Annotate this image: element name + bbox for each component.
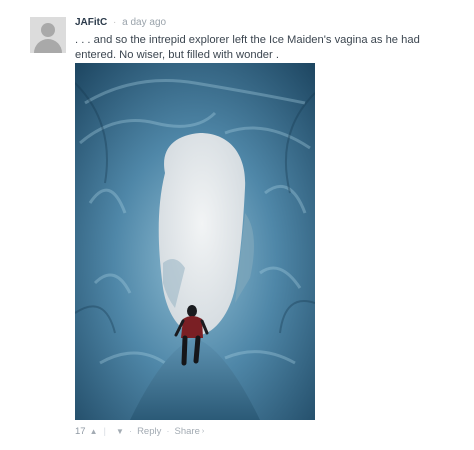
share-button[interactable]: Share: [175, 425, 200, 439]
ice-cave-photo[interactable]: [75, 63, 315, 420]
action-separator: ·: [128, 426, 133, 437]
comment-actions: 17 ▲ | ▼ · Reply · Share ›: [75, 425, 204, 439]
ice-cave-illustration: [75, 63, 315, 420]
comment-meta: JAFitC · a day ago: [75, 16, 166, 30]
vote-divider: |: [103, 426, 106, 437]
action-separator: ·: [166, 426, 170, 437]
reply-button[interactable]: Reply: [137, 425, 161, 439]
meta-separator: ·: [113, 17, 117, 28]
downvote-icon[interactable]: ▼: [116, 425, 124, 439]
avatar-shoulders-shape: [34, 39, 62, 53]
comment-timestamp[interactable]: a day ago: [122, 17, 166, 28]
vote-count: 17: [75, 426, 86, 437]
share-caret-icon[interactable]: ›: [202, 425, 204, 439]
comment-author[interactable]: JAFitC: [75, 17, 107, 28]
avatar[interactable]: [30, 17, 66, 53]
avatar-head-shape: [41, 23, 55, 37]
comment-body: . . . and so the intrepid explorer left …: [75, 34, 420, 61]
upvote-icon[interactable]: ▲: [90, 425, 98, 439]
